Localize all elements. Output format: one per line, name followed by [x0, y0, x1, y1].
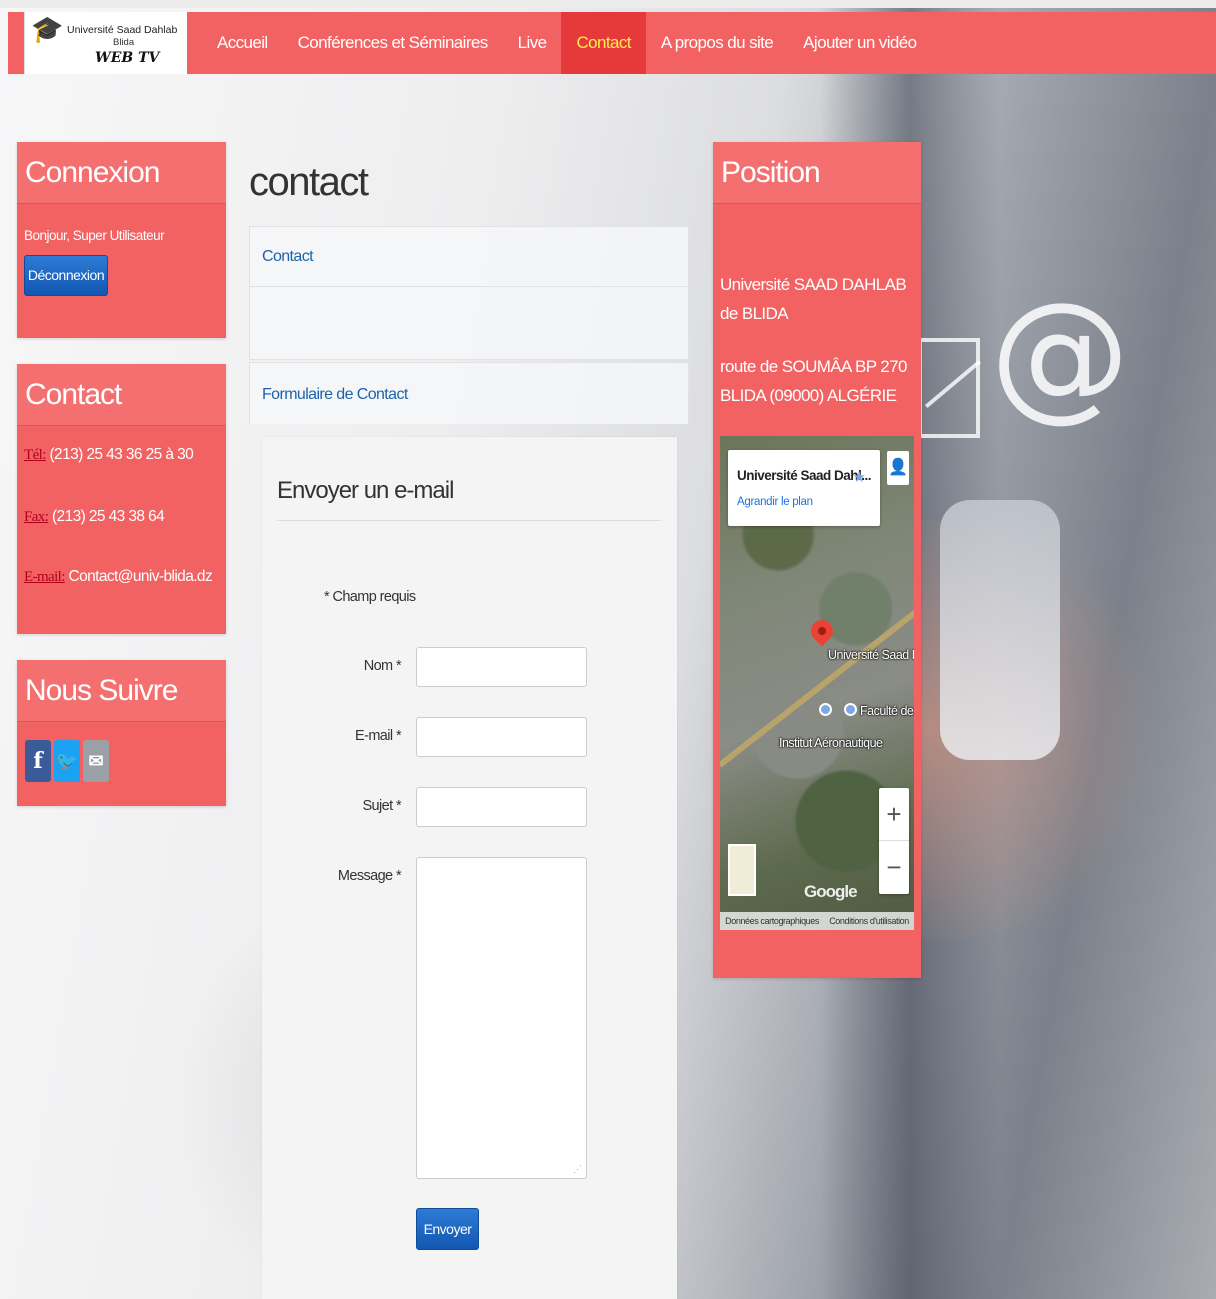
follow-title: Nous Suivre [17, 660, 226, 722]
contact-form-card: Formulaire de Contact [249, 362, 689, 424]
contact-card: Contact [249, 226, 689, 360]
email-value[interactable]: Contact@univ-blida.dz [69, 568, 213, 585]
page-title: contact [249, 160, 369, 204]
fax-label: Fax: [24, 509, 49, 525]
contact-info-panel: Contact Tél: (213) 25 43 36 25 à 30 Fax:… [17, 364, 226, 634]
send-button[interactable]: Envoyer [416, 1208, 479, 1250]
envelope-graphic [918, 338, 980, 438]
site-logo[interactable]: 🎓 Université Saad Dahlab Blida WEB TV [24, 12, 187, 74]
contact-card-title[interactable]: Contact [250, 227, 688, 287]
nav-item-contact[interactable]: Contact [561, 12, 646, 74]
map-footer: Données cartographiques Conditions d'uti… [720, 912, 914, 930]
phone-label: Tél: [24, 447, 46, 463]
phone-value: (213) 25 43 36 25 à 30 [49, 446, 194, 463]
twitter-icon[interactable]: 🐦 [54, 740, 80, 782]
connexion-panel: Connexion Bonjour, Super Utilisateur Déc… [17, 142, 226, 338]
map-poi-icon[interactable] [844, 703, 857, 716]
map-terms-link[interactable]: Conditions d'utilisation [829, 916, 909, 926]
zoom-in-button[interactable]: + [879, 788, 909, 841]
map-pin-icon[interactable] [806, 615, 838, 647]
embedded-map[interactable]: Université Saad Dahl... ★ Agrandir le pl… [720, 436, 914, 930]
map-place-card: Université Saad Dahl... ★ Agrandir le pl… [728, 450, 880, 526]
name-input[interactable] [416, 647, 587, 687]
contact-form: Envoyer un e-mail * Champ requis Nom * E… [262, 437, 677, 1299]
email-input[interactable] [416, 717, 587, 757]
logo-line3: WEB TV [95, 50, 160, 66]
nav-item-accueil[interactable]: Accueil [202, 12, 283, 74]
email-line: E-mail: Contact@univ-blida.dz [24, 568, 213, 586]
map-label-institute: Institut Aéronautique [779, 736, 883, 750]
nav-menu: Accueil Conférences et Séminaires Live C… [202, 12, 931, 74]
nav-item-apropos[interactable]: A propos du site [646, 12, 788, 74]
message-label: Message * [337, 868, 402, 884]
pegman-icon[interactable]: 👤 [887, 451, 909, 485]
nav-item-live[interactable]: Live [503, 12, 562, 74]
graduation-cap-icon: 🎓 [31, 14, 64, 44]
logo-line1: Université Saad Dahlab [67, 24, 178, 36]
nav-item-conferences[interactable]: Conférences et Séminaires [283, 12, 503, 74]
user-greeting: Bonjour, Super Utilisateur [24, 228, 165, 243]
fax-value: (213) 25 43 38 64 [52, 508, 165, 525]
address-street: route de SOUMÂA BP 270 BLIDA (09000) ALG… [720, 357, 907, 405]
email-label: E-mail: [24, 569, 65, 585]
subject-input[interactable] [416, 787, 587, 827]
phone-line: Tél: (213) 25 43 36 25 à 30 [24, 446, 194, 464]
subject-label: Sujet * [362, 798, 401, 814]
follow-panel: Nous Suivre f 🐦 ✉ [17, 660, 226, 806]
position-title: Position [713, 142, 921, 204]
social-links: f 🐦 ✉ [25, 740, 109, 782]
map-label-university: Université Saad Dal [828, 648, 914, 662]
nav-item-ajouter-video[interactable]: Ajouter un vidéo [788, 12, 931, 74]
map-label-faculty: Faculté de r [860, 704, 914, 718]
name-label: Nom * [363, 658, 402, 674]
position-panel: Position Université SAAD DAHLAB de BLIDA… [713, 142, 921, 978]
logout-button[interactable]: Déconnexion [24, 255, 108, 296]
star-icon[interactable]: ★ [853, 468, 866, 486]
mail-icon[interactable]: ✉ [83, 740, 109, 782]
fax-line: Fax: (213) 25 43 38 64 [24, 508, 165, 526]
resize-grip-icon[interactable]: ⋰ [573, 1164, 582, 1175]
contact-info-title: Contact [17, 364, 226, 426]
map-data-link[interactable]: Données cartographiques [725, 916, 819, 926]
at-sign-graphic: @ [990, 273, 1130, 436]
browser-top-strip [0, 0, 1216, 8]
email-field-label: E-mail * [355, 728, 402, 744]
zoom-out-button[interactable]: − [879, 841, 909, 894]
message-textarea[interactable]: ⋰ [416, 857, 587, 1179]
logo-line2: Blida [113, 37, 135, 48]
form-legend: Envoyer un e-mail [277, 477, 454, 504]
contact-form-card-title[interactable]: Formulaire de Contact [250, 363, 688, 427]
map-enlarge-link[interactable]: Agrandir le plan [737, 496, 813, 508]
form-divider [277, 520, 661, 521]
facebook-icon[interactable]: f [25, 740, 51, 782]
connexion-title: Connexion [17, 142, 226, 204]
required-note: * Champ requis [324, 589, 416, 605]
google-logo: Google [804, 882, 858, 901]
address-name: Université SAAD DAHLAB de BLIDA [720, 275, 907, 323]
map-place-name: Université Saad Dahl... [737, 468, 872, 483]
map-zoom-controls: + − [879, 788, 909, 894]
map-poi-icon[interactable] [819, 703, 832, 716]
map-type-thumbnail[interactable] [728, 844, 756, 896]
